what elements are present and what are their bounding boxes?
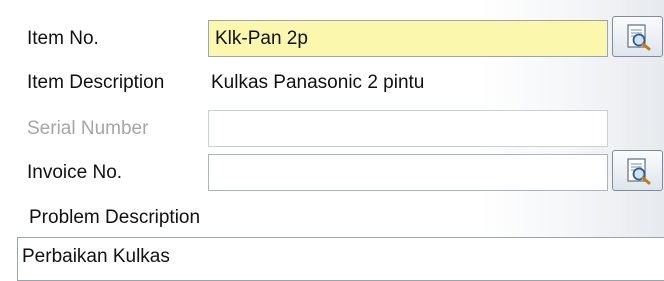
serial-number-label: Serial Number [27,118,149,139]
problem-description-label: Problem Description [29,207,201,228]
search-document-icon [623,156,653,186]
item-description-label: Item Description [27,72,165,93]
invoice-no-lookup-button[interactable] [612,150,663,191]
invoice-no-label: Invoice No. [27,162,123,183]
service-form-panel: Item No. Klk-Pan 2p Item Description Kul… [0,0,664,281]
serial-number-field[interactable] [208,110,608,147]
problem-description-field[interactable]: Perbaikan Kulkas [17,237,664,281]
item-no-field[interactable]: Klk-Pan 2p [208,20,608,57]
item-no-lookup-button[interactable] [612,16,663,57]
search-document-icon [623,22,653,52]
item-description-value: Kulkas Panasonic 2 pintu [211,72,425,93]
item-no-label: Item No. [27,28,99,49]
invoice-no-field[interactable] [208,154,608,191]
